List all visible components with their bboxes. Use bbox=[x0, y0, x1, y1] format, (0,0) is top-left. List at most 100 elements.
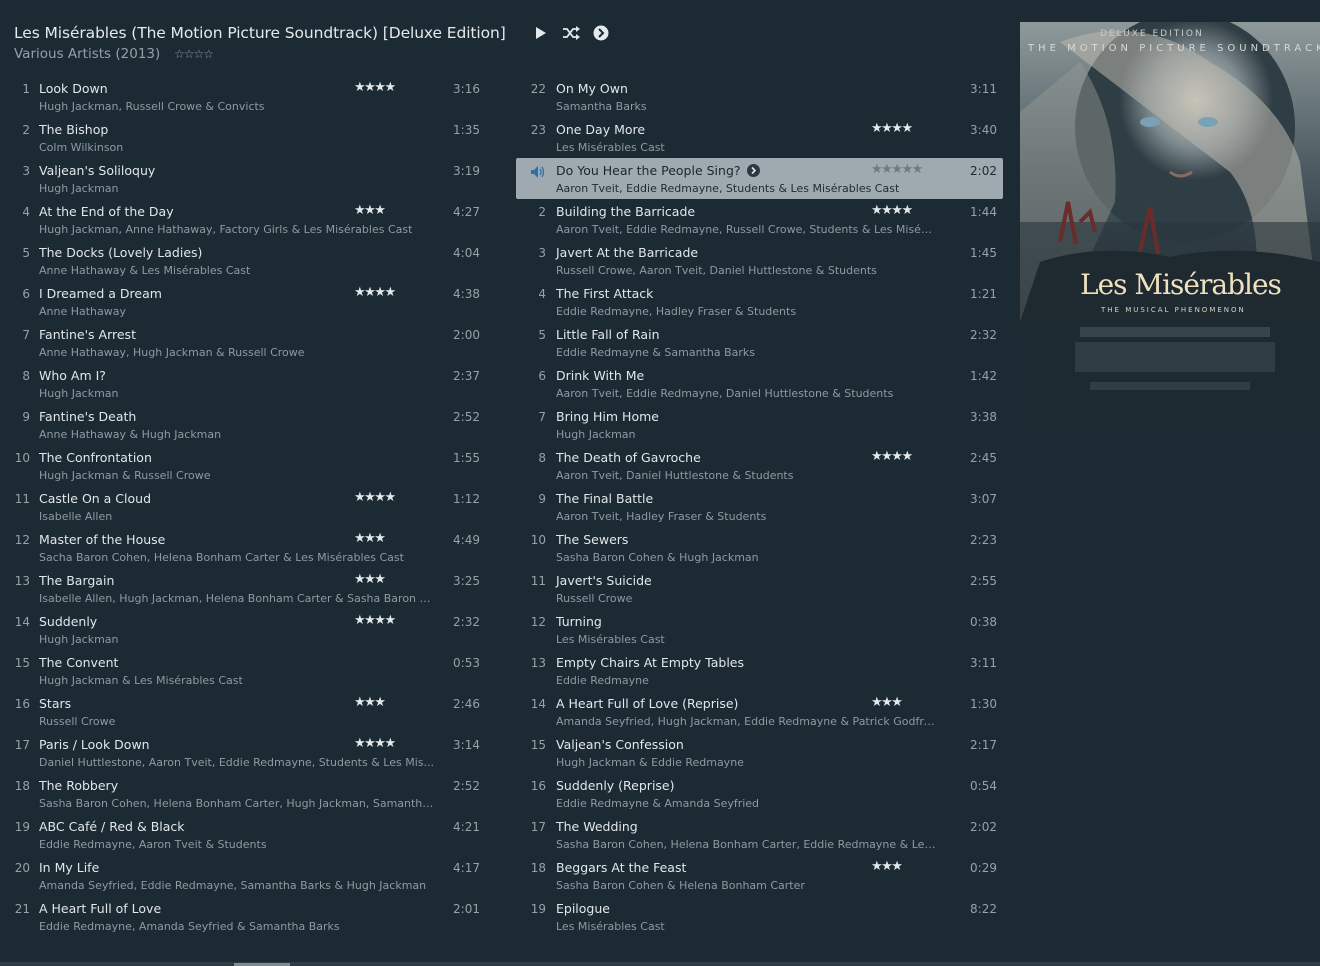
track-rating[interactable]: ★★★ bbox=[354, 203, 386, 218]
track-row[interactable]: 4 At the End of the Day Hugh Jackman, Anne… bbox=[8, 199, 498, 240]
track-duration: 1:44 bbox=[970, 205, 997, 219]
track-row[interactable]: 20 In My Life Amanda Seyfried, Eddie Redma… bbox=[8, 855, 498, 896]
track-number: 10 bbox=[530, 533, 546, 547]
track-artist: Hugh Jackman & Eddie Redmayne bbox=[556, 756, 744, 769]
track-duration: 3:25 bbox=[453, 574, 480, 588]
track-row[interactable]: 10 The Sewers Sasha Baron Cohen & Hugh Jac… bbox=[516, 527, 1003, 568]
track-number: 3 bbox=[22, 164, 30, 178]
track-row[interactable]: 12 Turning Les Misérables Cast 0:38 bbox=[516, 609, 1003, 650]
track-row[interactable]: 3 Valjean's Soliloquy Hugh Jackman 3:19 bbox=[8, 158, 498, 199]
track-number: 2 bbox=[22, 123, 30, 137]
track-artist: Aaron Tveit, Eddie Redmayne, Students & … bbox=[556, 182, 900, 195]
track-title: Beggars At the Feast bbox=[556, 860, 687, 875]
track-duration: 2:32 bbox=[970, 328, 997, 342]
track-artist: Hugh Jackman & Les Misérables Cast bbox=[39, 674, 243, 687]
track-row[interactable]: 8 The Death of Gavroche Aaron Tveit, Danie… bbox=[516, 445, 1003, 486]
track-row[interactable]: 1 Look Down Hugh Jackman, Russell Crowe & … bbox=[8, 76, 498, 117]
track-row[interactable]: 22 On My Own Samantha Barks 3:11 bbox=[516, 76, 1003, 117]
track-rating[interactable]: ★★★ bbox=[871, 859, 903, 874]
track-row[interactable]: 2 Building the Barricade Aaron Tveit, Eddi… bbox=[516, 199, 1003, 240]
track-rating[interactable]: ★★★★ bbox=[354, 490, 396, 505]
track-row[interactable]: 19 Epilogue Les Misérables Cast 8:22 bbox=[516, 896, 1003, 937]
track-row[interactable]: 21 A Heart Full of Love Eddie Redmayne, Am… bbox=[8, 896, 498, 937]
track-number: 14 bbox=[14, 615, 30, 629]
go-arrow-icon[interactable] bbox=[746, 164, 760, 180]
track-row[interactable]: 6 I Dreamed a Dream Anne Hathaway ★★★★ 4:38 bbox=[8, 281, 498, 322]
track-duration: 0:53 bbox=[453, 656, 480, 670]
track-artist: Anne Hathaway & Les Misérables Cast bbox=[39, 264, 251, 277]
track-duration: 2:37 bbox=[453, 369, 480, 383]
track-row[interactable]: 19 ABC Café / Red & Black Eddie Redmayne, … bbox=[8, 814, 498, 855]
track-row[interactable]: 3 Javert At the Barricade Russell Crowe, A… bbox=[516, 240, 1003, 281]
track-artist: Colm Wilkinson bbox=[39, 141, 124, 154]
horizontal-scrollbar[interactable] bbox=[0, 962, 1320, 966]
track-row-now-playing[interactable]: Do You Hear the People Sing? Aaron Tveit,… bbox=[516, 158, 1003, 199]
track-row[interactable]: 4 The First Attack Eddie Redmayne, Hadley … bbox=[516, 281, 1003, 322]
track-row[interactable]: 18 Beggars At the Feast Sasha Baron Cohen … bbox=[516, 855, 1003, 896]
track-row[interactable]: 11 Javert's Suicide Russell Crowe 2:55 bbox=[516, 568, 1003, 609]
album-rating[interactable]: ☆☆☆☆ bbox=[174, 47, 214, 61]
track-row[interactable]: 5 Little Fall of Rain Eddie Redmayne & Sam… bbox=[516, 322, 1003, 363]
track-rating[interactable]: ★★★★ bbox=[354, 736, 396, 751]
play-icon[interactable] bbox=[532, 24, 550, 42]
track-title: The Final Battle bbox=[556, 491, 654, 506]
track-rating[interactable]: ★★★★ bbox=[871, 121, 913, 136]
track-row[interactable]: 17 Paris / Look Down Daniel Huttlestone, A… bbox=[8, 732, 498, 773]
track-row[interactable]: 2 The Bishop Colm Wilkinson 1:35 bbox=[8, 117, 498, 158]
track-number: 3 bbox=[538, 246, 546, 260]
track-title: The Robbery bbox=[39, 778, 119, 793]
track-artist: Hugh Jackman, Anne Hathaway, Factory Gir… bbox=[39, 223, 413, 236]
track-title: Valjean's Confession bbox=[556, 737, 684, 752]
track-artist: Aaron Tveit, Eddie Redmayne, Daniel Hutt… bbox=[556, 387, 894, 400]
track-number: 2 bbox=[538, 205, 546, 219]
track-row[interactable]: 9 Fantine's Death Anne Hathaway & Hugh Jac… bbox=[8, 404, 498, 445]
track-duration: 0:38 bbox=[970, 615, 997, 629]
track-row[interactable]: 7 Bring Him Home Hugh Jackman 3:38 bbox=[516, 404, 1003, 445]
track-title: Drink With Me bbox=[556, 368, 645, 383]
track-row[interactable]: 11 Castle On a Cloud Isabelle Allen ★★★★ 1:1… bbox=[8, 486, 498, 527]
track-number: 11 bbox=[14, 492, 30, 506]
track-rating[interactable]: ★★★★ bbox=[354, 80, 396, 95]
shuffle-icon[interactable] bbox=[562, 24, 580, 42]
track-row[interactable]: 6 Drink With Me Aaron Tveit, Eddie Redmayn… bbox=[516, 363, 1003, 404]
track-row[interactable]: 9 The Final Battle Aaron Tveit, Hadley Fra… bbox=[516, 486, 1003, 527]
track-row[interactable]: 18 The Robbery Sasha Baron Cohen, Helena B… bbox=[8, 773, 498, 814]
track-row[interactable]: 10 The Confrontation Hugh Jackman & Russel… bbox=[8, 445, 498, 486]
next-arrow-icon[interactable] bbox=[592, 24, 610, 42]
track-row[interactable]: 16 Stars Russell Crowe ★★★ 2:46 bbox=[8, 691, 498, 732]
track-duration: 3:38 bbox=[970, 410, 997, 424]
track-title: The Wedding bbox=[556, 819, 638, 834]
track-row[interactable]: 5 The Docks (Lovely Ladies) Anne Hathaway … bbox=[8, 240, 498, 281]
track-row[interactable]: 12 Master of the House Sacha Baron Cohen, … bbox=[8, 527, 498, 568]
track-row[interactable]: 8 Who Am I? Hugh Jackman 2:37 bbox=[8, 363, 498, 404]
track-number: 4 bbox=[538, 287, 546, 301]
album-artist-year[interactable]: Various Artists (2013) bbox=[14, 46, 160, 62]
track-row[interactable]: 14 A Heart Full of Love (Reprise) Amanda S… bbox=[516, 691, 1003, 732]
track-rating[interactable]: ★★★ bbox=[354, 695, 386, 710]
track-row[interactable]: 14 Suddenly Hugh Jackman ★★★★ 2:32 bbox=[8, 609, 498, 650]
track-rating[interactable]: ★★★ bbox=[871, 695, 903, 710]
track-rating[interactable]: ★★★★ bbox=[871, 203, 913, 218]
track-artist: Amanda Seyfried, Hugh Jackman, Eddie Red… bbox=[556, 715, 936, 728]
track-number: 20 bbox=[14, 861, 30, 875]
track-artist: Hugh Jackman bbox=[556, 428, 636, 441]
track-duration: 1:55 bbox=[453, 451, 480, 465]
track-number: 9 bbox=[538, 492, 546, 506]
track-row[interactable]: 17 The Wedding Sasha Baron Cohen, Helena B… bbox=[516, 814, 1003, 855]
track-row[interactable]: 13 Empty Chairs At Empty Tables Eddie Redm… bbox=[516, 650, 1003, 691]
track-row[interactable]: 13 The Bargain Isabelle Allen, Hugh Jackma… bbox=[8, 568, 498, 609]
track-row[interactable]: 7 Fantine's Arrest Anne Hathaway, Hugh Jac… bbox=[8, 322, 498, 363]
track-rating[interactable]: ★★★★★ bbox=[871, 162, 923, 177]
playback-controls bbox=[532, 24, 610, 42]
track-row[interactable]: 23 One Day More Les Misérables Cast ★★★★ 3:4… bbox=[516, 117, 1003, 158]
track-rating[interactable]: ★★★ bbox=[354, 572, 386, 587]
track-rating[interactable]: ★★★ bbox=[354, 531, 386, 546]
track-row[interactable]: 15 The Convent Hugh Jackman & Les Misérabl… bbox=[8, 650, 498, 691]
track-row[interactable]: 16 Suddenly (Reprise) Eddie Redmayne & Ama… bbox=[516, 773, 1003, 814]
track-title: Little Fall of Rain bbox=[556, 327, 660, 342]
track-title: I Dreamed a Dream bbox=[39, 286, 162, 301]
track-rating[interactable]: ★★★★ bbox=[354, 285, 396, 300]
track-row[interactable]: 15 Valjean's Confession Hugh Jackman & Edd… bbox=[516, 732, 1003, 773]
track-rating[interactable]: ★★★★ bbox=[354, 613, 396, 628]
track-rating[interactable]: ★★★★ bbox=[871, 449, 913, 464]
